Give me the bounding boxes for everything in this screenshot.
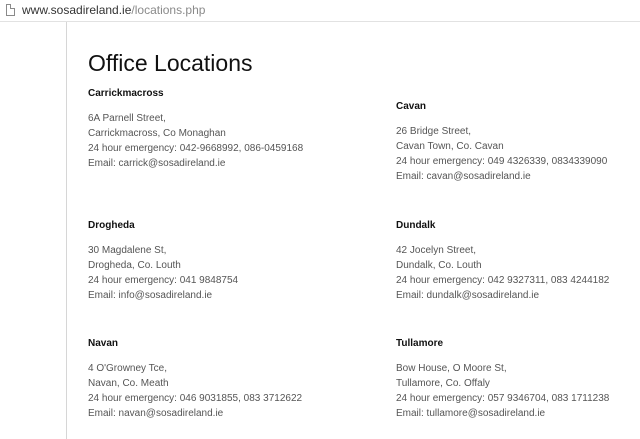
office-email[interactable]: Email: dundalk@sosadireland.ie xyxy=(396,288,640,303)
office-address-line-1: 4 O'Growney Tce, xyxy=(88,363,167,374)
office-email[interactable]: Email: navan@sosadireland.ie xyxy=(88,406,338,421)
office-phone: 24 hour emergency: 041 9848754 xyxy=(88,275,239,286)
main-content: Office Locations Carrickmacross 6A Parne… xyxy=(88,22,640,439)
office-email[interactable]: Email: info@sosadireland.ie xyxy=(88,288,338,303)
office-name: Cavan xyxy=(396,101,427,112)
office-navan: Navan 4 O'Growney Tce, Navan, Co. Meath … xyxy=(88,338,338,421)
office-details: 26 Bridge Street, Cavan Town, Co. Cavan … xyxy=(396,124,640,184)
page-icon xyxy=(6,4,15,16)
office-phone: 24 hour emergency: 042-9668992, 086-0459… xyxy=(88,143,304,154)
office-phone: 24 hour emergency: 049 4326339, 08343390… xyxy=(396,156,608,167)
office-address-line-2: Cavan Town, Co. Cavan xyxy=(396,141,504,152)
office-drogheda: Drogheda 30 Magdalene St, Drogheda, Co. … xyxy=(88,220,338,303)
office-email[interactable]: Email: cavan@sosadireland.ie xyxy=(396,169,640,184)
office-address-line-1: 42 Jocelyn Street, xyxy=(396,245,477,256)
office-name: Navan xyxy=(88,338,119,349)
office-carrickmacross: Carrickmacross 6A Parnell Street, Carric… xyxy=(88,88,338,171)
office-phone: 24 hour emergency: 046 9031855, 083 3712… xyxy=(88,393,303,404)
office-cavan: Cavan 26 Bridge Street, Cavan Town, Co. … xyxy=(396,101,640,184)
office-name: Tullamore xyxy=(396,338,444,349)
office-details: 6A Parnell Street, Carrickmacross, Co Mo… xyxy=(88,111,338,171)
office-details: Bow House, O Moore St, Tullamore, Co. Of… xyxy=(396,361,640,421)
office-name: Dundalk xyxy=(396,220,436,231)
office-name: Drogheda xyxy=(88,220,135,231)
office-address-line-1: 30 Magdalene St, xyxy=(88,245,167,256)
url-path: /locations.php xyxy=(131,3,206,17)
office-address-line-2: Navan, Co. Meath xyxy=(88,378,169,389)
page-title: Office Locations xyxy=(88,50,253,76)
office-phone: 24 hour emergency: 042 9327311, 083 4244… xyxy=(396,275,610,286)
office-tullamore: Tullamore Bow House, O Moore St, Tullamo… xyxy=(396,338,640,421)
content-left-border xyxy=(66,22,67,439)
office-details: 42 Jocelyn Street, Dundalk, Co. Louth 24… xyxy=(396,243,640,303)
office-email[interactable]: Email: carrick@sosadireland.ie xyxy=(88,156,338,171)
url-host: www.sosadireland.ie xyxy=(22,3,132,17)
url-text[interactable]: www.sosadireland.ie/locations.php xyxy=(22,3,205,17)
office-name: Carrickmacross xyxy=(88,88,164,99)
office-address-line-2: Dundalk, Co. Louth xyxy=(396,260,482,271)
office-email[interactable]: Email: tullamore@sosadireland.ie xyxy=(396,406,640,421)
office-phone: 24 hour emergency: 057 9346704, 083 1711… xyxy=(396,393,610,404)
office-address-line-1: 26 Bridge Street, xyxy=(396,126,472,137)
office-address-line-1: 6A Parnell Street, xyxy=(88,113,166,124)
office-address-line-2: Drogheda, Co. Louth xyxy=(88,260,181,271)
office-details: 30 Magdalene St, Drogheda, Co. Louth 24 … xyxy=(88,243,338,303)
address-bar[interactable]: www.sosadireland.ie/locations.php xyxy=(0,0,640,22)
office-details: 4 O'Growney Tce, Navan, Co. Meath 24 hou… xyxy=(88,361,338,421)
office-dundalk: Dundalk 42 Jocelyn Street, Dundalk, Co. … xyxy=(396,220,640,303)
office-address-line-2: Carrickmacross, Co Monaghan xyxy=(88,128,226,139)
office-address-line-2: Tullamore, Co. Offaly xyxy=(396,378,490,389)
office-address-line-1: Bow House, O Moore St, xyxy=(396,363,507,374)
